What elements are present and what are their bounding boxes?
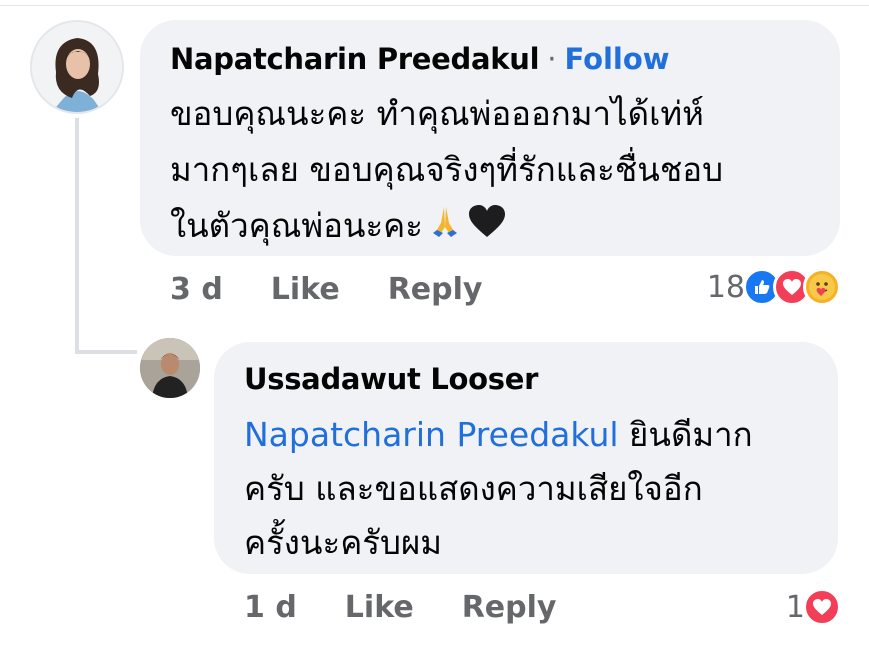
top-divider (0, 5, 869, 6)
reply-timestamp[interactable]: 1 d (244, 590, 297, 625)
thread-line (75, 118, 79, 354)
follow-button[interactable]: Follow (564, 42, 669, 76)
mention-link[interactable]: Napatcharin Preedakul (244, 415, 619, 454)
comment-text: ขอบคุณนะคะ ทำคุณพ่อออกมาได้เท่ห์ มากๆเลย… (170, 86, 810, 256)
care-reaction-icon (803, 268, 841, 306)
reply-header: Ussadawut Looser (244, 360, 808, 398)
reply-author-link[interactable]: Ussadawut Looser (244, 362, 538, 396)
reply-bubble: Ussadawut Looser Napatcharin Preedakul ย… (214, 342, 838, 574)
reply-reply-button[interactable]: Reply (462, 590, 557, 625)
comment-actions: 3 d Like Reply (170, 272, 530, 307)
comment-author-link[interactable]: Napatcharin Preedakul (170, 42, 540, 76)
love-reaction-icon (803, 588, 841, 626)
thread-connector (75, 350, 137, 354)
comment-header: Napatcharin Preedakul · Follow (170, 40, 810, 78)
comment-bubble: Napatcharin Preedakul · Follow ขอบคุณนะค… (140, 20, 840, 256)
comment-reply-button[interactable]: Reply (388, 272, 483, 307)
reply-text: Napatcharin Preedakul ยินดีมาก ครับ และข… (244, 408, 808, 570)
comment-like-button[interactable]: Like (271, 272, 340, 307)
folded-hands-icon (427, 200, 463, 256)
separator-dot: · (547, 42, 557, 76)
commenter-avatar[interactable] (30, 20, 124, 114)
man-portrait-icon (140, 338, 200, 398)
replier-avatar[interactable] (140, 338, 200, 398)
comment-timestamp[interactable]: 3 d (170, 272, 223, 307)
reply-like-button[interactable]: Like (345, 590, 414, 625)
reply-actions: 1 d Like Reply (244, 590, 604, 625)
black-heart-icon (467, 200, 507, 256)
reply-reactions[interactable]: 1 (786, 588, 841, 626)
woman-portrait-icon (32, 22, 122, 112)
reaction-count: 18 (706, 269, 745, 305)
comment-reactions[interactable]: 18 (707, 268, 841, 306)
